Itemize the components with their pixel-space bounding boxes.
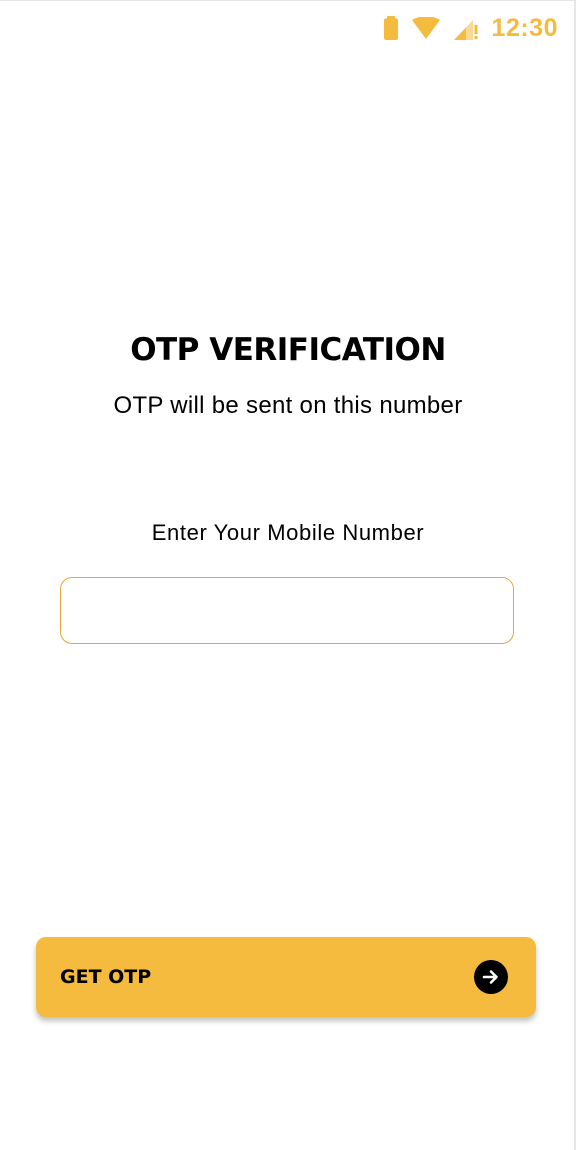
page-title: OTP VERIFICATION [130, 332, 446, 368]
status-time: 12:30 [491, 13, 558, 42]
cellular-signal-icon [453, 16, 478, 40]
page-subtitle: OTP will be sent on this number [113, 392, 463, 419]
mobile-number-label: Enter Your Mobile Number [151, 520, 425, 545]
wifi-icon [411, 17, 440, 39]
get-otp-button[interactable]: GET OTP [36, 937, 536, 1017]
get-otp-label: GET OTP [60, 966, 152, 988]
arrow-right-icon [474, 960, 508, 994]
battery-icon [383, 16, 398, 40]
frame-border-top [0, 0, 576, 1]
status-bar: 12:30 [383, 10, 558, 46]
mobile-number-input[interactable] [60, 577, 514, 644]
